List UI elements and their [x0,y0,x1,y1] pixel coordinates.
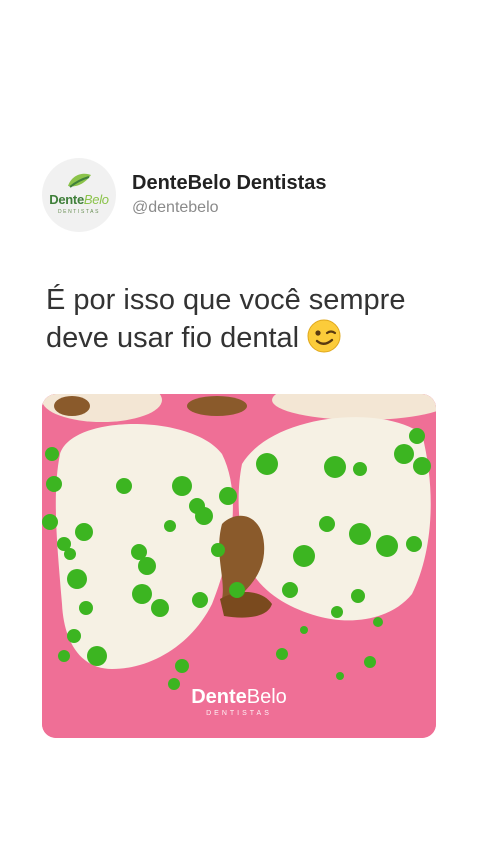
post-media-image[interactable]: DenteBelo DENTISTAS [42,394,436,738]
account-name[interactable]: DenteBelo Dentistas [132,172,327,195]
post-text: É por isso que você sempre deve usar fio… [46,284,406,354]
leaf-logo-icon [68,173,91,188]
media-brand-sub: DENTISTAS [206,710,272,717]
media-brand-part1: Dente [191,686,247,708]
avatar-logo-sub: DENTISTAS [57,209,101,215]
account-handle[interactable]: @dentebelo [132,199,219,217]
post-header: DenteBelo DENTISTAS DenteBelo Dentistas … [42,158,442,234]
media-brand-logo: DenteBelo [42,686,436,709]
avatar-logo-part1: Dente [49,192,84,207]
avatar[interactable]: DenteBelo DENTISTAS [42,158,116,232]
media-brand-part2: Belo [246,686,287,708]
winking-face-icon [307,319,341,363]
avatar-logo-text: DenteBelo [42,192,116,207]
avatar-logo-part2: Belo [83,192,109,207]
post-text-block: É por isso que você sempre deve usar fio… [46,282,456,363]
